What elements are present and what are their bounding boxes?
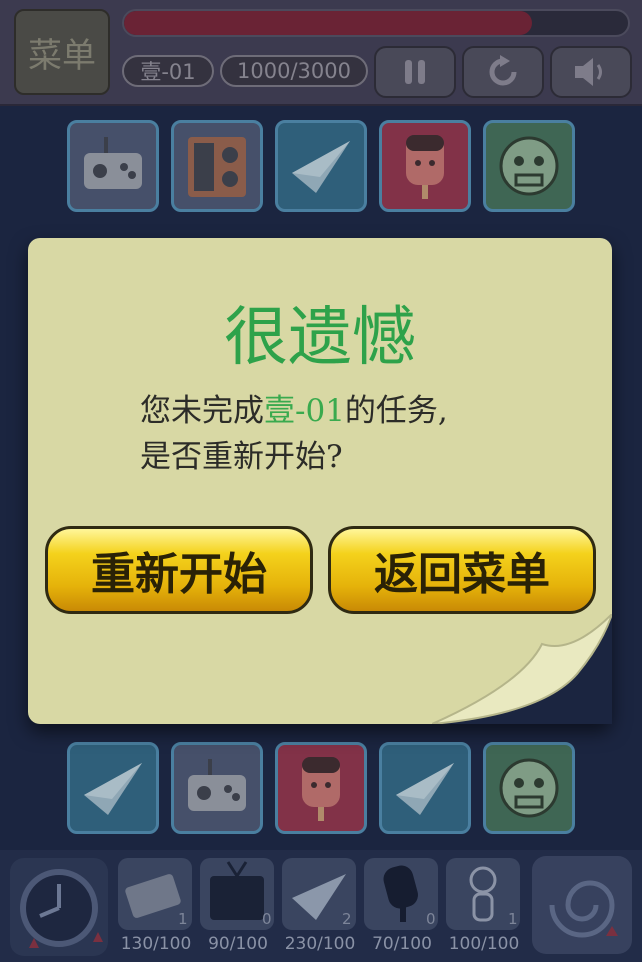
radio-icon [188, 137, 246, 197]
face-icon [499, 136, 559, 196]
tile-paper-plane[interactable] [379, 742, 471, 834]
item-count: 0 [426, 910, 436, 928]
tile-paper-plane[interactable] [275, 120, 367, 212]
pause-button[interactable] [374, 46, 456, 98]
page-curl [432, 614, 612, 724]
tile-face[interactable] [483, 120, 575, 212]
top-bar: 菜单 壹-01 1000/3000 [0, 0, 642, 106]
popsicle-icon [406, 135, 444, 199]
item-caption: 130/100 [120, 934, 192, 954]
message-line2: 是否重新开始? [140, 439, 343, 475]
shuffle-powerup-button[interactable] [532, 856, 632, 954]
item-caption: 70/100 [372, 934, 432, 954]
score-badge: 1000/3000 [220, 55, 368, 87]
item-caption: 100/100 [448, 934, 520, 954]
back-to-menu-button[interactable]: 返回菜单 [328, 526, 596, 614]
gamepad-icon [84, 137, 142, 189]
message-level: 壹-01 [264, 393, 345, 429]
clock-powerup-button[interactable] [10, 858, 108, 956]
paper-plane-icon [84, 763, 142, 815]
paper-plane-icon [292, 141, 350, 193]
tile-gamepad[interactable] [171, 742, 263, 834]
item-count: 1 [508, 910, 518, 928]
tile-popsicle[interactable] [379, 120, 471, 212]
tile-paper-plane[interactable] [67, 742, 159, 834]
restart-level-button[interactable]: 重新开始 [45, 526, 313, 614]
item-count: 2 [342, 910, 352, 928]
restart-icon [489, 55, 517, 86]
level-badge: 壹-01 [122, 55, 214, 87]
sound-button[interactable] [550, 46, 632, 98]
dialog-title: 很遗憾 [224, 301, 416, 375]
message-prefix: 您未完成 [140, 393, 264, 429]
swirl-icon [549, 880, 618, 938]
restart-button[interactable] [462, 46, 544, 98]
tile-face[interactable] [483, 742, 575, 834]
face-icon [499, 758, 559, 818]
dialog-message: 您未完成壹-01的任务, 是否重新开始? [140, 388, 580, 480]
time-progress-fill [124, 11, 533, 35]
item-caption: 230/100 [284, 934, 356, 954]
paper-plane-icon [396, 763, 454, 815]
pause-icon [405, 60, 425, 84]
failure-dialog: 很遗憾 您未完成壹-01的任务, 是否重新开始? 重新开始 返回菜单 [28, 238, 612, 724]
tile-radio[interactable] [171, 120, 263, 212]
popsicle-icon [302, 757, 340, 821]
time-progress-bar [122, 9, 630, 37]
tile-popsicle[interactable] [275, 742, 367, 834]
menu-button[interactable]: 菜单 [14, 9, 110, 95]
item-count: 1 [178, 910, 188, 928]
tile-gamepad[interactable] [67, 120, 159, 212]
item-count: 0 [262, 910, 272, 928]
item-caption: 90/100 [208, 934, 268, 954]
clock-icon [20, 869, 103, 948]
sound-icon [575, 58, 602, 86]
message-suffix: 的任务, [344, 393, 448, 429]
gamepad-icon [188, 759, 246, 811]
